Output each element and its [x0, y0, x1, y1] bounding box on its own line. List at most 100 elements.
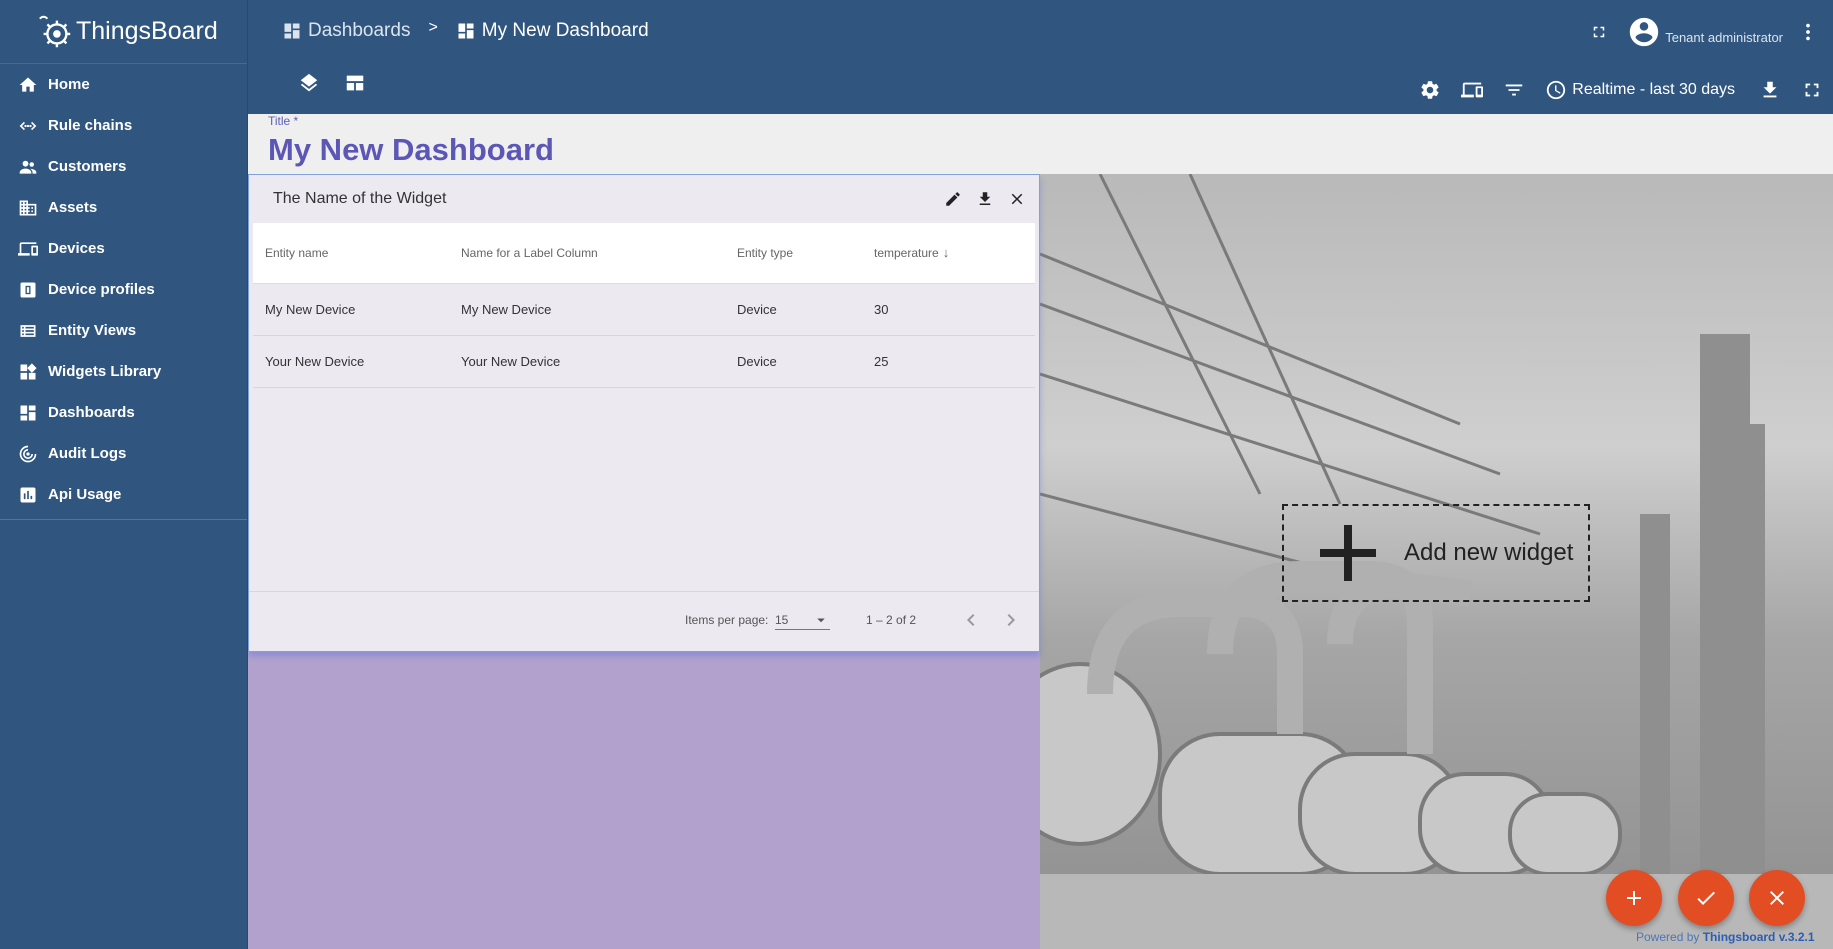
table-cell: Your New Device	[253, 335, 449, 388]
sidebar-item-label: Home	[48, 76, 90, 93]
table-row[interactable]: My New Device My New Device Device 30	[253, 283, 1035, 336]
sidebar-item-dashboards[interactable]: Dashboards	[0, 392, 247, 433]
thingsboard-logo-icon	[39, 15, 71, 47]
column-header-label: temperature	[874, 246, 939, 261]
column-header[interactable]: Name for a Label Column	[449, 223, 725, 284]
api-usage-icon	[17, 484, 39, 506]
sort-arrow-icon: ↓	[942, 245, 950, 261]
title-field-label: Title *	[268, 114, 299, 128]
edit-icon[interactable]	[937, 185, 969, 213]
more-vert-icon[interactable]	[1793, 12, 1823, 52]
sidebar-item-device-profiles[interactable]: Device profiles	[0, 269, 247, 310]
table-cell: 30	[862, 283, 1035, 336]
sidebar-item-rule-chains[interactable]: Rule chains	[0, 105, 247, 146]
sidebar-item-label: Dashboards	[48, 404, 135, 421]
chevron-left-icon[interactable]	[959, 608, 983, 632]
add-fab-button[interactable]	[1606, 870, 1662, 926]
close-icon[interactable]	[1001, 185, 1033, 213]
settings-gear-icon[interactable]	[1409, 70, 1451, 110]
layouts-icon[interactable]	[342, 70, 368, 96]
sidebar-item-label: Api Usage	[48, 486, 122, 503]
widget-title: The Name of the Widget	[273, 190, 447, 207]
home-icon	[17, 74, 39, 96]
dashboard-toolbar-left	[296, 70, 368, 96]
fullscreen-icon[interactable]	[1791, 70, 1833, 110]
add-new-widget-button[interactable]: Add new widget	[1282, 504, 1590, 602]
user-role-label: Tenant administrator	[1665, 29, 1783, 45]
account-icon[interactable]	[1627, 15, 1661, 49]
breadcrumb-label: My New Dashboard	[481, 20, 649, 41]
thingsboard-version-link[interactable]: Thingsboard v.3.2.1	[1703, 930, 1815, 944]
sidebar-nav: Home Rule chains Customers Assets Device…	[0, 64, 247, 515]
entities-table-widget[interactable]: The Name of the Widget Entity name Name …	[248, 174, 1040, 652]
dashboard-title-editor[interactable]: Title * My New Dashboard	[248, 114, 1833, 174]
sidebar-item-entity-views[interactable]: Entity Views	[0, 310, 247, 351]
items-per-page-select[interactable]: 15	[775, 610, 830, 630]
breadcrumb-dashboards[interactable]: Dashboards	[282, 20, 410, 42]
chevron-right-icon[interactable]	[999, 608, 1023, 632]
entity-aliases-icon[interactable]	[1451, 70, 1493, 110]
breadcrumb: Dashboards > My New Dashboard	[282, 19, 649, 42]
apply-changes-fab-button[interactable]	[1678, 870, 1734, 926]
plus-icon	[1320, 525, 1376, 581]
sidebar-item-label: Customers	[48, 158, 127, 175]
powered-by: Powered by Thingsboard v.3.2.1	[1636, 930, 1815, 944]
table-cell: 25	[862, 335, 1035, 388]
widgets-icon	[17, 361, 39, 383]
sidebar-item-label: Audit Logs	[48, 445, 127, 462]
sidebar-item-api-usage[interactable]: Api Usage	[0, 474, 247, 515]
sidebar-item-label: Devices	[48, 240, 105, 257]
top-header: Dashboards > My New Dashboard Tenant adm…	[248, 0, 1833, 114]
table-header-row: Entity name Name for a Label Column Enti…	[253, 223, 1035, 284]
download-icon[interactable]	[969, 185, 1001, 213]
dashboards-icon	[458, 23, 474, 39]
sidebar-item-label: Rule chains	[48, 117, 133, 134]
page-range-label: 1 – 2 of 2	[866, 613, 917, 627]
layers-icon[interactable]	[296, 70, 322, 96]
sidebar-item-label: Assets	[48, 199, 98, 216]
breadcrumb-label: Dashboards	[308, 20, 411, 41]
assets-icon	[17, 197, 39, 219]
close-icon	[1770, 891, 1784, 905]
dashboard-canvas[interactable]: The Name of the Widget Entity name Name …	[248, 174, 1833, 949]
sidebar-item-widgets-library[interactable]: Widgets Library	[0, 351, 247, 392]
sidebar-item-label: Widgets Library	[48, 363, 162, 380]
cancel-changes-fab-button[interactable]	[1749, 870, 1805, 926]
add-new-widget-label: Add new widget	[1404, 539, 1574, 566]
powered-by-prefix: Powered by	[1636, 930, 1700, 944]
sidebar-divider	[0, 519, 247, 520]
dashboards-icon	[17, 402, 39, 424]
table-cell: Your New Device	[449, 335, 725, 388]
layout-background	[248, 652, 1040, 949]
user-area: Tenant administrator	[1579, 12, 1833, 52]
filter-icon[interactable]	[1493, 70, 1535, 110]
dashboards-icon	[284, 23, 300, 39]
table-cell: My New Device	[253, 283, 449, 336]
table-row[interactable]: Your New Device Your New Device Device 2…	[253, 335, 1035, 388]
check-icon	[1697, 891, 1715, 905]
audit-logs-icon	[17, 443, 39, 465]
sidebar-item-home[interactable]: Home	[0, 64, 247, 105]
entities-table: Entity name Name for a Label Column Enti…	[253, 223, 1035, 388]
app-name: ThingsBoard	[76, 17, 218, 45]
dashboard-title-input[interactable]: My New Dashboard	[268, 132, 554, 168]
sidebar-item-audit-logs[interactable]: Audit Logs	[0, 433, 247, 474]
plus-icon	[1627, 891, 1641, 905]
fullscreen-icon[interactable]	[1579, 12, 1619, 52]
table-cell: Device	[725, 335, 862, 388]
timewindow-selector[interactable]: Realtime - last 30 days	[1545, 79, 1735, 101]
column-header-sorted[interactable]: temperature ↓	[862, 223, 1035, 284]
column-header[interactable]: Entity name	[253, 223, 449, 284]
download-icon[interactable]	[1749, 70, 1791, 110]
logo[interactable]: ThingsBoard	[0, 0, 247, 64]
sidebar-item-label: Device profiles	[48, 281, 155, 298]
column-header[interactable]: Entity type	[725, 223, 862, 284]
sidebar-item-customers[interactable]: Customers	[0, 146, 247, 187]
sidebar-item-assets[interactable]: Assets	[0, 187, 247, 228]
sidebar-item-devices[interactable]: Devices	[0, 228, 247, 269]
device-profile-icon	[17, 279, 39, 301]
table-paginator: Items per page: 15 1 – 2 of 2	[249, 591, 1039, 651]
sidebar: ThingsBoard Home Rule chains Customers A…	[0, 0, 248, 949]
table-cell: My New Device	[449, 283, 725, 336]
breadcrumb-current: My New Dashboard	[456, 20, 649, 42]
